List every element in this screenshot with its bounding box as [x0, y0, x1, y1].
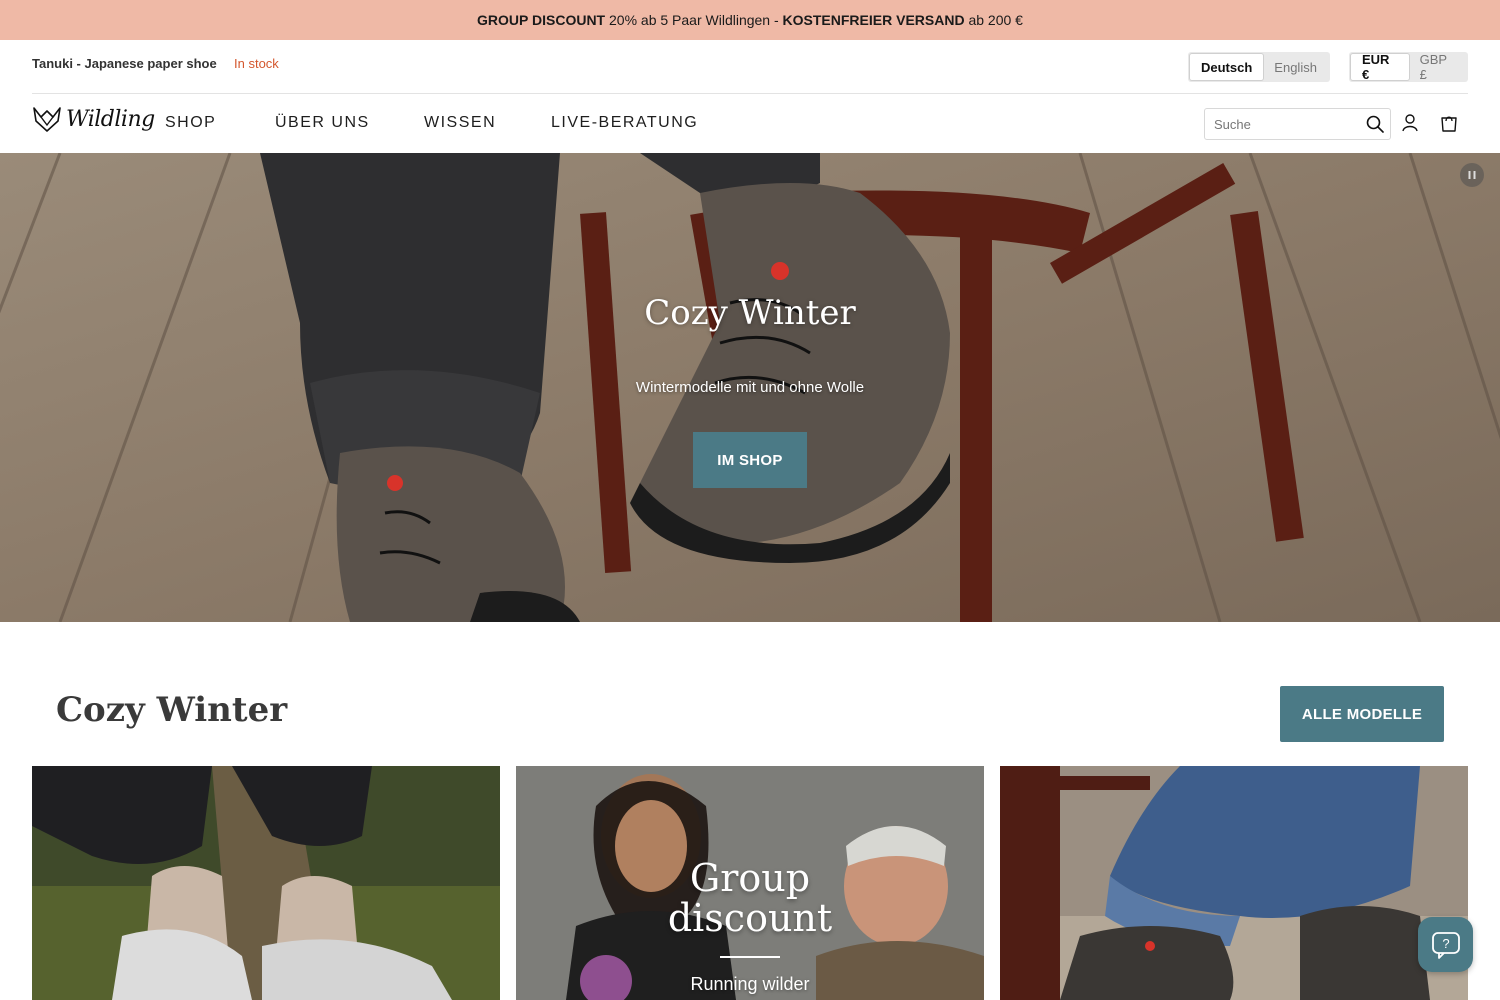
slideshow-pause-button[interactable]	[1460, 163, 1484, 187]
search-input[interactable]	[1205, 109, 1365, 139]
announcement-discount-text: 20% ab 5 Paar Wildlingen -	[605, 12, 783, 28]
nav-live-beratung[interactable]: LIVE-BERATUNG	[551, 114, 698, 132]
nav-ueber-uns[interactable]: ÜBER UNS	[275, 114, 370, 132]
product-card-winter-boot[interactable]	[1000, 766, 1468, 1000]
hero-shop-button[interactable]: IM SHOP	[693, 432, 807, 488]
promo-subtitle: Running wilder	[690, 974, 810, 994]
help-chat-button[interactable]: ?	[1418, 917, 1473, 972]
language-switcher: Deutsch English	[1188, 52, 1330, 82]
announcement-shipping-text: ab 200 €	[964, 12, 1023, 28]
language-option-english[interactable]: English	[1263, 54, 1328, 80]
announcement-bar: GROUP DISCOUNT 20% ab 5 Paar Wildlingen …	[0, 0, 1500, 40]
currency-switcher: EUR € GBP £	[1349, 52, 1468, 82]
language-option-deutsch[interactable]: Deutsch	[1190, 54, 1264, 80]
cart-icon[interactable]	[1438, 112, 1460, 134]
current-product-name[interactable]: Tanuki - Japanese paper shoe	[32, 56, 217, 71]
hero-title: Cozy Winter	[644, 293, 856, 333]
svg-text:?: ?	[1442, 936, 1449, 951]
fox-logo-icon	[33, 107, 61, 132]
all-models-button[interactable]: ALLE MODELLE	[1280, 686, 1444, 742]
nav-wissen[interactable]: WISSEN	[424, 114, 496, 132]
felt-slipper-image	[32, 766, 500, 1000]
utility-bar: Tanuki - Japanese paper shoe In stock De…	[32, 40, 1468, 94]
logo-wordmark: Wildling	[66, 106, 155, 132]
announcement-discount-label: GROUP DISCOUNT	[477, 12, 606, 28]
product-card-felt-slipper[interactable]	[32, 766, 500, 1000]
nav-shop[interactable]: SHOP	[165, 114, 216, 132]
section-title: Cozy Winter	[56, 690, 288, 730]
pause-icon	[1468, 171, 1476, 179]
help-question-icon: ?	[1431, 931, 1460, 959]
currency-option-eur[interactable]: EUR €	[1351, 52, 1409, 82]
hero-banner: Cozy Winter Wintermodelle mit und ohne W…	[0, 153, 1500, 622]
winter-boot-image	[1000, 766, 1468, 1000]
promo-title: Group discount	[667, 856, 833, 940]
announcement-shipping-label: KOSTENFREIER VERSAND	[782, 12, 965, 28]
search-icon[interactable]	[1365, 114, 1385, 134]
account-icon[interactable]	[1399, 112, 1421, 134]
search-box	[1204, 108, 1391, 140]
logo[interactable]: Wildling	[32, 104, 155, 134]
promo-card-group-discount[interactable]: Group discount Running wilder	[516, 766, 984, 1000]
hero-subtitle: Wintermodelle mit und ohne Wolle	[635, 379, 865, 396]
stock-status: In stock	[234, 56, 279, 71]
currency-option-gbp[interactable]: GBP £	[1409, 52, 1466, 82]
main-header: Wildling SHOP ÜBER UNS WISSEN LIVE-BERAT…	[0, 94, 1500, 153]
promo-divider	[720, 956, 780, 958]
